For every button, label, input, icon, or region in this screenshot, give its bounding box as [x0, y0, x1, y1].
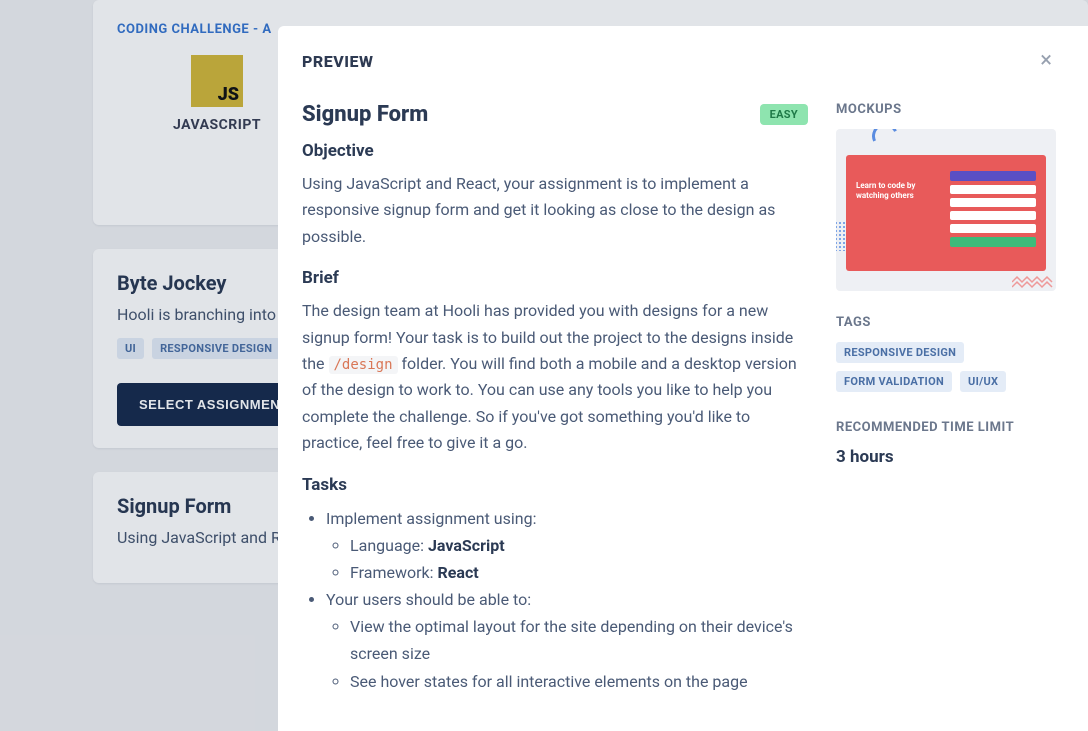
- tasks-list: Implement assignment using: Language: Ja…: [302, 505, 808, 695]
- mockup-field: [950, 198, 1036, 207]
- select-assignment-button[interactable]: SELECT ASSIGNMEN: [117, 383, 302, 426]
- modal-title: PREVIEW: [302, 52, 373, 71]
- task-item: Implement assignment using: Language: Ja…: [326, 505, 808, 587]
- preview-modal: PREVIEW × Signup Form EASY Objective Usi…: [278, 26, 1088, 731]
- mockup-field: [950, 224, 1036, 233]
- time-limit-heading: RECOMMENDED TIME LIMIT: [836, 420, 1056, 435]
- mockup-field: [950, 211, 1036, 220]
- task-subitem: Framework: React: [350, 559, 808, 586]
- task-item: Your users should be able to: View the o…: [326, 586, 808, 695]
- brief-text: The design team at Hooli has provided yo…: [302, 298, 808, 456]
- mockup-banner: [950, 171, 1036, 181]
- decorative-zigzag-icon: [1012, 275, 1056, 289]
- decorative-arc-icon: [868, 129, 901, 153]
- tags-heading: TAGS: [836, 315, 1056, 330]
- difficulty-badge: EASY: [760, 104, 808, 125]
- javascript-logo-icon: JS: [191, 55, 243, 107]
- task-subitem: View the optimal layout for the site dep…: [350, 613, 808, 667]
- mockups-heading: MOCKUPS: [836, 102, 1056, 117]
- mockup-field: [950, 185, 1036, 194]
- task-subitem: See hover states for all interactive ele…: [350, 668, 808, 695]
- time-limit-value: 3 hours: [836, 447, 1056, 467]
- tag-responsive: RESPONSIVE DESIGN: [152, 338, 280, 359]
- mockup-preview[interactable]: Learn to code by watching others: [836, 129, 1056, 291]
- tag-ui-ux: UI/UX: [960, 371, 1006, 392]
- tag-form-validation: FORM VALIDATION: [836, 371, 952, 392]
- task-subitem: Language: JavaScript: [350, 532, 808, 559]
- content-title: Signup Form: [302, 102, 428, 127]
- tasks-heading: Tasks: [302, 475, 808, 495]
- brief-heading: Brief: [302, 268, 808, 288]
- tag-ui: UI: [117, 338, 144, 359]
- close-icon[interactable]: ×: [1036, 50, 1056, 72]
- objective-heading: Objective: [302, 141, 808, 161]
- objective-text: Using JavaScript and React, your assignm…: [302, 171, 808, 250]
- mockup-cta: [950, 237, 1036, 247]
- mockup-headline: Learn to code by watching others: [856, 171, 940, 255]
- tag-responsive-design: RESPONSIVE DESIGN: [836, 342, 964, 363]
- code-path: /design: [329, 356, 398, 374]
- logo-label: JAVASCRIPT: [147, 117, 287, 133]
